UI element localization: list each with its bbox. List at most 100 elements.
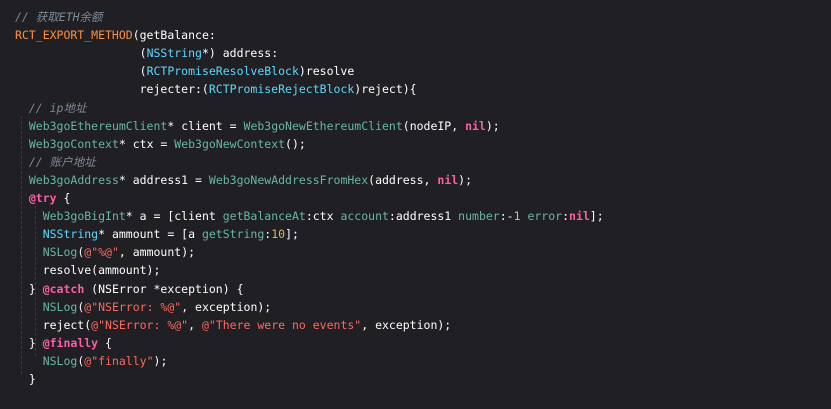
code-token-pl: { [98,335,112,350]
code-token-fn: Web3goContext [28,136,119,151]
code-line[interactable]: Web3goAddress* address1 = Web3goNewAddre… [15,171,472,189]
code-token-fn: NSLog [42,245,78,260]
code-line[interactable]: Web3goEthereumClient* client = Web3goNew… [15,117,500,135]
code-line[interactable]: } [15,370,36,388]
code-line[interactable]: reject(@"NSError: %@", @"There were no e… [15,316,452,334]
code-token-pl: ); [153,353,168,368]
code-token-pl: )resolve [298,64,355,79]
code-token-pl: )reject){ [354,82,417,97]
code-token-fn: Web3goNewContext [174,136,286,151]
code-token-pl: ); [458,172,473,187]
code-token-fn: getBalanceAt [222,209,306,224]
code-token-pl: :- [499,209,514,224]
code-token-pl: } [15,281,43,296]
code-line[interactable]: // ip地址 [15,99,87,117]
code-token-kw: nil [437,172,459,187]
code-token-pl: ); [485,118,500,133]
code-token-pl: rejecter:( [15,82,209,97]
code-editor[interactable]: // 获取ETH余额 RCT_EXPORT_METHOD(getBalance: … [0,0,831,409]
code-line[interactable]: (RCTPromiseResolveBlock)resolve [15,62,355,80]
code-line[interactable]: } @finally { [15,334,112,352]
code-token-cm: // 账户地址 [15,154,96,169]
code-token-pl: * client = [167,118,244,133]
code-line[interactable]: NSLog(@"NSError: %@", exception); [15,298,272,316]
code-line[interactable]: RCT_EXPORT_METHOD(getBalance: [15,26,216,44]
code-token-pl: } [15,335,43,350]
code-token-macro: RCT_EXPORT_METHOD [15,28,133,43]
code-token-str: @"NSError: %@" [91,317,189,332]
code-token-pl: ]; [285,227,299,242]
code-token-pl: * address1 = [118,172,209,187]
code-token-kw: nil [569,209,590,224]
code-token-str: @"There were no events" [201,317,362,332]
code-token-pl: :ctx [305,209,341,224]
code-token-kw: nil [465,118,486,133]
code-line[interactable]: (NSString*) address: [15,44,279,62]
code-line[interactable]: // 账户地址 [15,153,96,171]
code-token-cm: // ip地址 [15,100,87,115]
code-line[interactable]: NSLog(@"%@", ammount); [15,243,195,261]
code-token-pl: ( [15,64,147,79]
code-token-type: NSString [146,46,202,61]
code-token-pl: (); [285,136,306,151]
code-token-pl: *) address: [201,46,279,61]
code-token-pl: * ammount = [a [98,227,202,242]
code-token-str: @"NSError: %@" [84,299,182,314]
code-token-pl: (address, [368,172,438,187]
code-line[interactable]: rejecter:(RCTPromiseRejectBlock)reject){ [15,80,417,98]
code-token-type: RCTPromiseRejectBlock [208,82,355,97]
code-token-pl: } [15,372,36,386]
code-token-str: @"%@" [84,245,119,260]
code-token-fn: account [340,209,389,224]
code-token-str: @"finally" [84,353,154,368]
code-line[interactable]: NSString* ammount = [a getString:10]; [15,225,299,243]
code-token-fn: error [527,209,563,224]
code-token-fn: Web3goAddress [28,172,119,187]
code-token-pl: (NSError *exception) { [84,281,244,296]
code-token-pl: , exception); [361,317,452,332]
code-token-kw: @catch [42,281,85,296]
code-token-pl: ( [15,46,147,61]
code-token-pl: resolve(ammount); [15,263,161,278]
code-token-kw: @try [28,191,57,205]
code-token-fn: number [458,209,500,224]
code-token-pl: ]; [589,209,604,224]
code-line[interactable]: resolve(ammount); [15,261,161,279]
code-token-num: 1 [513,209,521,224]
code-line[interactable]: NSLog(@"finally"); [15,352,168,370]
code-token-pl: { [56,191,71,205]
code-line[interactable]: Web3goContext* ctx = Web3goNewContext(); [15,135,306,153]
code-token-fn: Web3goNewAddressFromHex [208,172,369,187]
code-token-fn: Web3goNewEthereumClient [243,118,403,133]
code-token-num: 10 [271,227,286,242]
code-token-pl: * a = [client [125,209,223,224]
code-line[interactable]: } @catch (NSError *exception) { [15,280,244,298]
code-token-cm: // 获取ETH余额 [15,10,103,24]
code-token-pl: , exception); [181,299,272,314]
code-token-fn: Web3goBigInt [42,209,126,224]
code-token-fn: Web3goEthereumClient [28,118,168,133]
code-token-pl: reject( [15,317,92,332]
code-token-pl: , ammount); [118,245,196,260]
code-token-pl: (nodeIP, [402,118,466,133]
code-line[interactable]: Web3goBigInt* a = [client getBalanceAt:c… [15,207,604,225]
code-token-pl: * ctx = [118,136,175,151]
code-line[interactable]: @try { [15,189,71,207]
code-token-type: RCTPromiseResolveBlock [146,64,299,79]
code-token-pl: : [562,209,570,224]
code-token-kw: @finally [42,335,99,350]
code-line[interactable]: // 获取ETH余额 [15,8,103,26]
code-token-fn: NSLog [42,299,78,314]
code-token-fn: NSLog [42,353,78,368]
code-token-type: NSString [42,227,99,242]
code-token-pl: :address1 [388,209,459,224]
